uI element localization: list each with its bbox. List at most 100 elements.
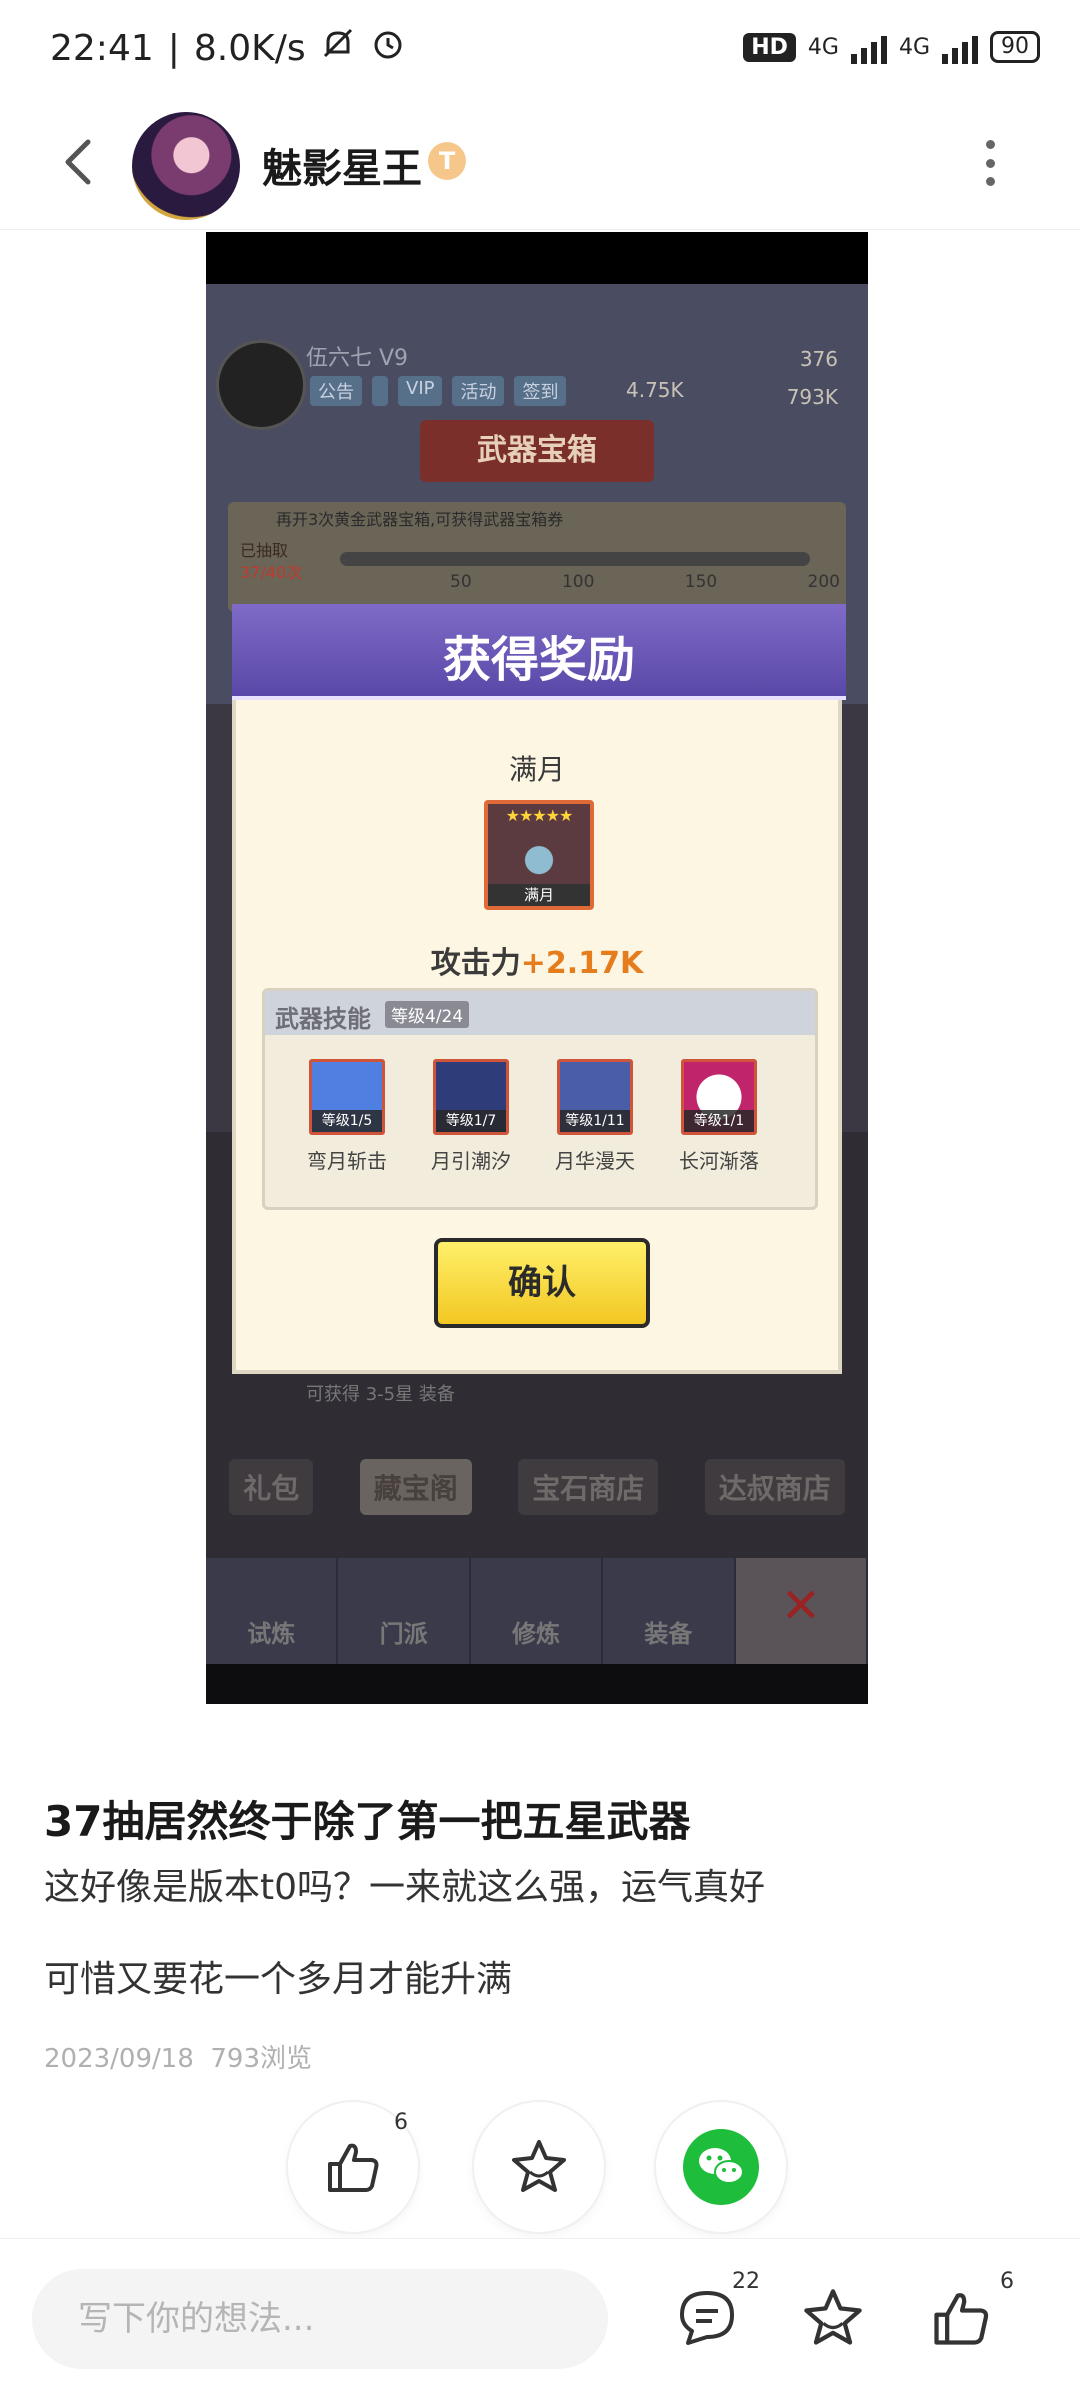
skill-item: 等级1/7 月引潮汐 <box>431 1059 511 1174</box>
nav-cultivate: 修炼 <box>471 1558 604 1664</box>
shop-tabs: 礼包 藏宝阁 宝石商店 达叔商店 <box>206 1454 868 1520</box>
reward-modal: 获得奖励 满月 ★★★★★ 满月 攻击力+2.17K 武器技能 等级4/24 等… <box>232 604 846 1374</box>
skill-name: 弯月斩击 <box>307 1149 387 1173</box>
level-badge: T <box>428 142 466 180</box>
signal-icon-2 <box>942 30 978 64</box>
like-bottom-button[interactable]: 6 <box>926 2269 1014 2353</box>
image-bottom-bar <box>206 1664 868 1704</box>
mute-icon <box>320 26 356 71</box>
game-chip: VIP <box>398 376 443 406</box>
post-body-line: 可惜又要花一个多月才能升满 <box>44 1959 513 2000</box>
image-top-bar <box>206 232 868 284</box>
player-name: 伍六七 V9 <box>306 346 409 371</box>
like-button[interactable]: 6 <box>288 2102 418 2232</box>
attack-value: +2.17K <box>520 946 644 981</box>
skill-name: 月引潮汐 <box>431 1149 511 1173</box>
like-count: 6 <box>394 2110 408 2135</box>
skill-item: 等级1/5 弯月斩击 <box>307 1059 387 1174</box>
attack-label: 攻击力 <box>430 946 521 981</box>
milestone: 100 <box>561 572 595 592</box>
skill-level: 等级1/11 <box>560 1110 630 1132</box>
author-name[interactable]: 魅影星王 <box>262 136 422 194</box>
chevron-left-icon <box>65 139 91 185</box>
skill-level: 等级1/5 <box>312 1110 382 1132</box>
signal-icon-1 <box>850 30 887 64</box>
star-icon <box>512 2140 566 2192</box>
wechat-share-button[interactable] <box>656 2102 786 2232</box>
skill-level: 等级1/1 <box>684 1110 754 1132</box>
bottom-bar: 写下你的想法... 22 6 <box>0 2238 1080 2400</box>
status-right: HD 4G 4G 90 <box>743 30 1040 64</box>
skill-name: 长河渐落 <box>679 1149 759 1173</box>
nav-sect: 门派 <box>338 1558 471 1664</box>
reward-hint: 可获得 3-5星 装备 <box>306 1384 455 1405</box>
attack-stat: 攻击力+2.17K <box>236 938 838 982</box>
back-button[interactable] <box>52 132 112 192</box>
like-count: 6 <box>1000 2269 1014 2294</box>
thumbs-up-icon <box>934 2293 989 2345</box>
game-chips: 公告 VIP 活动 签到 <box>310 376 567 406</box>
nav-trial: 试炼 <box>206 1558 339 1664</box>
post-meta: 2023/09/18 793浏览 <box>44 2038 312 2075</box>
skills-level: 等级4/24 <box>385 1001 470 1028</box>
coins-value: 4.75K <box>626 378 684 402</box>
gold-value: 793K <box>786 385 838 409</box>
game-chip: 签到 <box>514 376 567 406</box>
skills-panel: 武器技能 等级4/24 等级1/5 弯月斩击 等级1/7 月引潮汐 等级1/11… <box>262 988 818 1210</box>
comment-icon <box>680 2291 734 2345</box>
chest-banner: 武器宝箱 <box>420 420 654 482</box>
battery-icon: 90 <box>990 31 1040 63</box>
net-type-1: 4G <box>807 34 839 60</box>
clock: 22:41 <box>50 28 154 69</box>
thumbs-up-icon <box>328 2143 379 2192</box>
post-image[interactable]: 伍六七 V9 公告 VIP 活动 签到 376 793K 4.75K 武器宝箱 … <box>206 232 868 1704</box>
nav-close-icon: ✕ <box>735 1558 868 1664</box>
tab-dashu-shop: 达叔商店 <box>704 1459 845 1515</box>
post-date: 2023/09/18 <box>44 2044 194 2074</box>
skill-icon: 等级1/7 <box>433 1059 509 1135</box>
net-speed: 8.0K/s <box>193 28 306 69</box>
game-bottom-nav: 试炼 门派 修炼 装备 ✕ <box>206 1558 868 1664</box>
weapon-icon: ★★★★★ 满月 <box>484 800 594 910</box>
favorite-bottom-button[interactable] <box>798 2283 868 2353</box>
progress-count: 37/40次 <box>240 563 303 582</box>
separator: | <box>167 28 180 69</box>
comment-input[interactable]: 写下你的想法... <box>32 2269 608 2369</box>
game-chip: 活动 <box>452 376 505 406</box>
more-options-button[interactable] <box>984 140 996 186</box>
status-bar: 22:41 | 8.0K/s HD 4G 4G 90 <box>0 0 1080 100</box>
skill-item: 等级1/1 长河渐落 <box>679 1059 759 1174</box>
progress-bar <box>340 552 810 566</box>
milestone: 200 <box>807 572 840 592</box>
nav-equip: 装备 <box>603 1558 736 1664</box>
post-body-line: 这好像是版本t0吗？一来就这么强，运气真好 <box>44 1867 766 1908</box>
skill-icon: 等级1/11 <box>557 1059 633 1135</box>
gems-value: 376 <box>799 347 838 371</box>
alarm-icon <box>370 26 406 71</box>
milestone: 150 <box>684 572 718 592</box>
player-avatar <box>216 340 306 430</box>
favorite-button[interactable] <box>474 2102 604 2232</box>
milestones: 50 100 150 200 <box>450 572 840 592</box>
milestone: 50 <box>450 572 472 592</box>
skill-icon: 等级1/1 <box>681 1059 757 1135</box>
avatar[interactable] <box>132 112 240 220</box>
tab-gift: 礼包 <box>229 1459 314 1515</box>
post-title: 37抽居然终于除了第一把五星武器 <box>44 1797 691 1846</box>
hd-voice-icon: HD <box>743 32 796 62</box>
skill-icon: 等级1/5 <box>309 1059 385 1135</box>
game-resources: 376 793K <box>787 340 838 416</box>
skill-item: 等级1/11 月华漫天 <box>555 1059 635 1174</box>
status-left: 22:41 | 8.0K/s <box>50 26 406 71</box>
comment-button[interactable]: 22 <box>672 2269 760 2353</box>
skills-header: 武器技能 等级4/24 <box>265 991 815 1035</box>
skill-name: 月华漫天 <box>555 1149 635 1173</box>
game-chip: 公告 <box>310 376 362 406</box>
skill-level: 等级1/7 <box>436 1110 506 1132</box>
modal-header: 获得奖励 <box>232 604 846 700</box>
tab-gem-shop: 宝石商店 <box>518 1459 659 1515</box>
comment-count: 22 <box>732 2269 760 2294</box>
net-type-2: 4G <box>898 34 930 60</box>
tab-treasure: 藏宝阁 <box>359 1459 472 1515</box>
post-views: 793浏览 <box>210 2044 313 2074</box>
